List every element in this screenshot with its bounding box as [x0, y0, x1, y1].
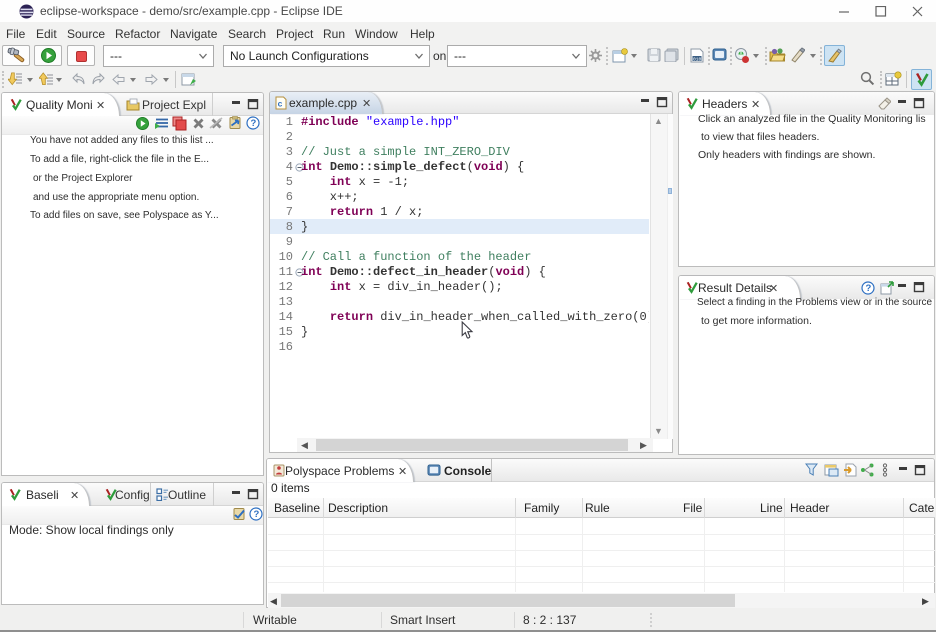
svg-text:c: c: [278, 99, 283, 109]
svg-text:010: 010: [693, 56, 702, 62]
svg-text:?: ?: [251, 118, 257, 129]
svg-text:?: ?: [254, 509, 260, 520]
svg-text:?: ?: [866, 283, 872, 294]
